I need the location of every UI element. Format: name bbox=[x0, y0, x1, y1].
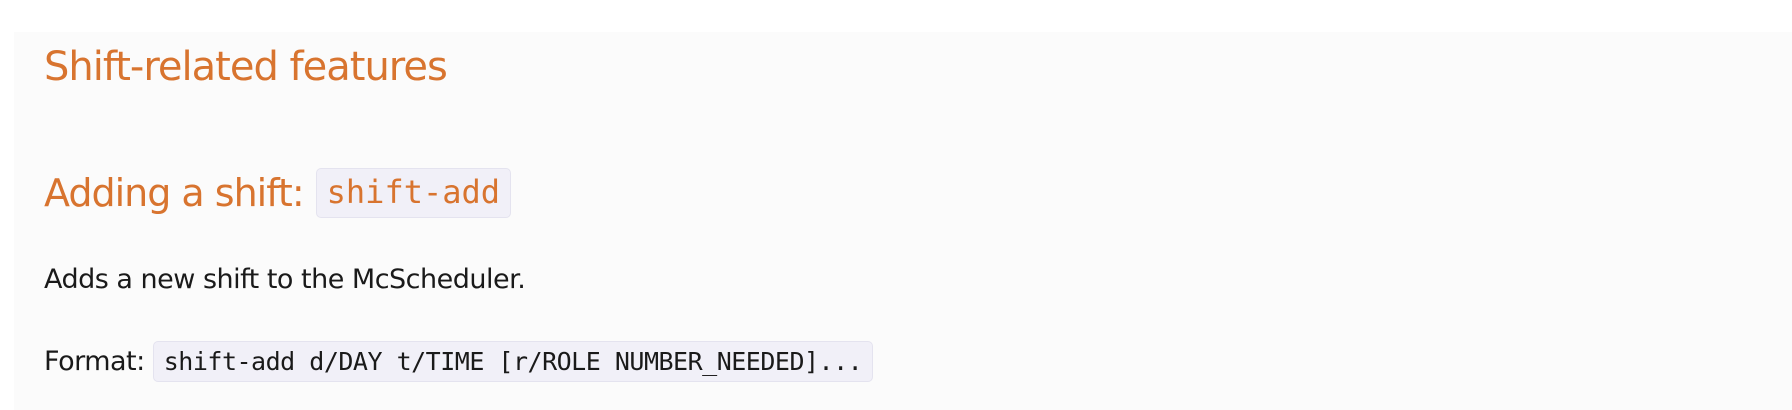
document-page: Shift-related features Adding a shift: s… bbox=[14, 32, 1792, 410]
format-label: Format: bbox=[44, 346, 145, 377]
format-line: Format: shift-add d/DAY t/TIME [r/ROLE N… bbox=[44, 341, 874, 382]
command-code-chip: shift-add bbox=[315, 168, 512, 218]
section-heading: Shift-related features bbox=[44, 44, 448, 90]
format-code-block: shift-add d/DAY t/TIME [r/ROLE NUMBER_NE… bbox=[152, 341, 874, 382]
command-description: Adds a new shift to the McScheduler. bbox=[44, 264, 526, 295]
subsection-heading: Adding a shift: shift-add bbox=[44, 168, 512, 218]
subsection-heading-text: Adding a shift: bbox=[44, 171, 305, 215]
